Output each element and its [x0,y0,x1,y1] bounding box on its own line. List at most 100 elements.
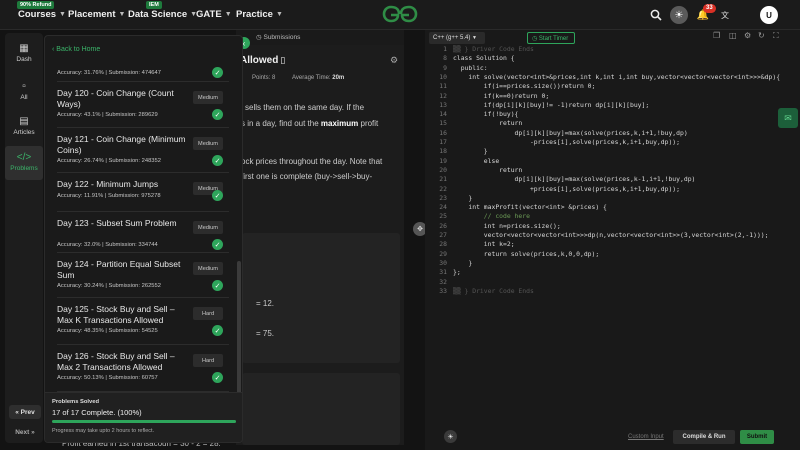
nav-gate[interactable]: GATE ▼ [196,9,232,20]
list-item[interactable]: Day 125 - Stock Buy and Sell – Max K Tra… [57,298,229,345]
desc-line-2a: s in a day, find out the [241,119,321,128]
sidebar-item-problems[interactable]: </> Problems [5,146,43,180]
avatar[interactable]: U [760,6,778,24]
gfg-logo-icon[interactable] [382,3,418,25]
list-item[interactable]: Day 123 - Subset Sum Problem Medium Accura… [57,212,229,253]
panel-splitter[interactable] [404,30,425,450]
problem-meta: Accuracy: 30.24% | Submission: 262552 [57,283,161,289]
difficulty-badge: Medium [193,262,223,275]
line-number: 14 [439,110,447,119]
code-line: 12 if(k==0)return 0; [425,92,800,101]
problem-tabs-bar: ◷ Submissions [236,30,404,45]
sidebar-item-articles[interactable]: ▤ Articles [5,116,43,140]
nav-data-science[interactable]: Data Science ▼ [128,9,197,20]
code-text: ▒▒ } Driver Code Ends [453,45,534,53]
share-icon[interactable]: ⚙ [390,55,398,66]
search-icon[interactable] [647,6,665,24]
start-timer-button[interactable]: ◷ Start Timer [527,32,575,44]
code-line: 11 if(i==prices.size())return 0; [425,82,800,91]
nav-placement[interactable]: Placement ▼ [68,9,125,20]
translate-icon[interactable]: 文 [716,6,734,24]
code-line: 17 -prices[i],solve(prices,k,i+1,buy,dp)… [425,138,800,147]
submit-button[interactable]: Submit [740,430,774,444]
progress-fill [52,420,236,423]
code-line: 31}; [425,268,800,277]
nav-courses[interactable]: Courses ▼ [18,9,66,20]
code-line: 29 return solve(prices,k,0,0,dp); [425,250,800,259]
problem-meta: Accuracy: 11.91% | Submission: 975278 [57,193,161,199]
code-line: 25 // code here [425,212,800,221]
sidebar-item-all[interactable]: ▫ All [5,81,43,105]
list-item[interactable]: Day 121 - Coin Change (Minimum Coins) Med… [57,128,229,173]
bulb-icon[interactable]: ☀ [444,430,457,443]
refund-badge: 90% Refund [17,1,55,9]
list-item[interactable]: Day 122 - Minimum Jumps Medium Accuracy: 1… [57,173,229,212]
code-line: 16 dp[i][k][buy]=max(solve(prices,k,i+1,… [425,129,800,138]
nav-practice[interactable]: Practice ▼ [236,9,283,20]
chevron-down-icon: ▼ [59,11,66,18]
desc-line-2c: profit [358,119,379,128]
code-text: +prices[i],solve(prices,k,i+1,buy,dp)); [453,184,681,193]
code-line: 27 vector<vector<vector<int>>>dp(n,vecto… [425,231,800,240]
problem-meta: Accuracy: 48.35% | Submission: 54525 [57,328,158,334]
code-text: else [453,156,500,165]
code-line: 20 return [425,166,800,175]
line-number: 11 [439,82,447,91]
submissions-tab-label: Submissions [263,34,301,41]
list-item[interactable]: Day 126 - Stock Buy and Sell – Max 2 Tra… [57,345,229,392]
chat-icon[interactable]: ✉ [778,108,798,128]
list-scrollbar[interactable] [237,261,241,411]
code-text: int n=prices.size(); [453,221,561,230]
compile-run-button[interactable]: Compile & Run [673,430,735,444]
layout-icon[interactable]: ◫ [729,31,737,40]
line-number: 10 [439,72,447,81]
code-line: 1 ▒▒ } Driver Code Ends [425,45,800,54]
list-item[interactable]: Day 124 - Partition Equal Subset Sum Medi… [57,253,229,298]
copy-icon[interactable]: ❐ [713,31,720,40]
language-select[interactable]: C++ (g++ 5.4) ▼ [429,32,485,44]
check-circle-icon: ✓ [212,109,223,120]
nav-placement-label: Placement [68,9,116,20]
theme-toggle-icon[interactable]: ☀ [670,6,688,24]
progress-note: Progress may take upto 2 hours to reflec… [52,428,155,434]
top-navbar: 90% Refund Courses ▼ Placement ▼ IEM Data … [0,0,800,30]
prev-button[interactable]: « Prev [9,405,41,419]
reset-icon[interactable]: ↻ [758,31,765,40]
problem-title-text: Allowed [240,55,279,66]
code-line: 30 } [425,259,800,268]
code-line: 23 } [425,194,800,203]
line-number: 33 [439,286,447,295]
submissions-tab[interactable]: ◷ Submissions [256,33,300,41]
line-number: 19 [439,156,447,165]
code-line: 18 } [425,147,800,156]
dashboard-icon: ▦ [19,43,29,54]
problems-solved-label: Problems Solved [52,399,100,405]
back-to-home-link[interactable]: ‹ Back to Home [52,46,100,53]
check-circle-icon: ✓ [212,155,223,166]
problem-title: Allowed ▯ [240,55,285,66]
custom-input-link[interactable]: Custom Input [628,434,664,440]
sidebar-label-all: All [20,94,28,101]
sidebar-item-dash[interactable]: ▦ Dash [5,43,43,67]
code-line: 28 int k=2; [425,240,800,249]
next-button[interactable]: Next » [9,425,41,439]
line-number: 1 [443,45,447,53]
book-icon: ▤ [19,116,29,127]
code-text: class Solution { [453,54,515,63]
fullscreen-icon[interactable]: ⛶ [773,31,779,41]
code-line: 32 [425,278,800,287]
list-item[interactable]: Day 120 - Coin Change (Count Ways) Medium… [57,82,229,128]
editor-bottom-bar: ☀ Custom Input Compile & Run Submit [425,422,800,450]
list-item[interactable]: Accuracy: 31.76% | Submission: 474647 ✓ [57,62,229,82]
settings-icon[interactable]: ⚙ [744,31,751,40]
prev-label: Prev [20,408,35,416]
bookmark-icon[interactable]: ▯ [280,55,285,65]
code-text: return [453,165,523,174]
problem-meta: Accuracy: 32.0% | Submission: 334744 [57,242,158,248]
problem-meta: Accuracy: 50.13% | Submission: 60757 [57,375,158,381]
code-area[interactable]: 1 ▒▒ } Driver Code Ends 8 class Solution {9… [425,45,800,315]
check-circle-icon: ✓ [212,190,223,201]
code-line: 14 if(!buy){ [425,110,800,119]
line-number: 23 [439,193,447,202]
line-number: 26 [439,221,447,230]
